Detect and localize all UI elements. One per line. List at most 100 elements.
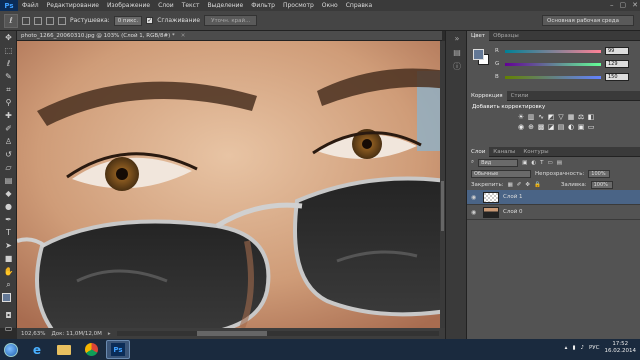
posterize-icon[interactable]: ▤	[557, 123, 565, 131]
filter-type-icon[interactable]: T	[540, 160, 543, 166]
healing-tool-icon[interactable]: ✚	[0, 109, 17, 122]
filter-smart-icon[interactable]: ▤	[557, 160, 562, 166]
blue-value[interactable]: 150	[605, 73, 629, 81]
taskbar-photoshop[interactable]: Ps	[106, 340, 130, 359]
horizontal-scroll-thumb[interactable]	[196, 331, 267, 336]
layer-row-0[interactable]: ◉ Слой 0	[467, 205, 640, 220]
blend-mode-select[interactable]: Обычные	[471, 169, 531, 178]
tray-arrow-icon[interactable]: ▴	[565, 345, 568, 351]
layer-row-1[interactable]: ◉ Слой 1	[467, 190, 640, 205]
marquee-tool-icon[interactable]: ⬚	[0, 44, 17, 57]
antialias-checkbox[interactable]: ✓	[146, 17, 154, 24]
screen-mode-icon[interactable]: ▭	[0, 322, 17, 335]
crop-tool-icon[interactable]: ⌗	[0, 83, 17, 96]
vertical-scroll-thumb[interactable]	[441, 181, 444, 231]
opacity-input[interactable]: 100%	[588, 169, 611, 178]
tab-paths[interactable]: Контуры	[519, 147, 552, 157]
maximize-button[interactable]: ▢	[620, 1, 627, 9]
new-selection-icon[interactable]	[22, 16, 30, 25]
image-canvas[interactable]	[17, 41, 440, 328]
filter-pixel-icon[interactable]: ▣	[522, 160, 527, 166]
properties-panel-icon[interactable]: ⓘ	[446, 59, 468, 73]
intersect-selection-icon[interactable]	[58, 16, 66, 25]
hue-saturation-icon[interactable]: ▦	[567, 113, 575, 121]
color-balance-icon[interactable]: ⚖	[577, 113, 585, 121]
vibrance-icon[interactable]: ▽	[557, 113, 565, 121]
lasso-tool-icon[interactable]: ℓ	[0, 57, 17, 70]
subtract-selection-icon[interactable]	[46, 16, 54, 25]
menu-edit[interactable]: Редактирование	[43, 2, 103, 9]
minimize-button[interactable]: –	[610, 1, 614, 9]
dodge-tool-icon[interactable]: ●	[0, 200, 17, 213]
volume-icon[interactable]: ♪	[580, 345, 584, 351]
kind-filter-select[interactable]: Вид	[478, 158, 519, 167]
network-icon[interactable]: ▮	[572, 345, 575, 351]
black-white-icon[interactable]: ◧	[587, 113, 595, 121]
tab-styles[interactable]: Стили	[507, 91, 533, 101]
tab-swatches[interactable]: Образцы	[489, 31, 523, 41]
history-panel-icon[interactable]: ▤	[446, 45, 468, 59]
brightness-icon[interactable]: ☀	[517, 113, 525, 121]
zoom-tool-icon[interactable]: ⌕	[0, 278, 17, 291]
path-select-tool-icon[interactable]: ➤	[0, 239, 17, 252]
tab-color[interactable]: Цвет	[467, 30, 490, 41]
curves-icon[interactable]: ∿	[537, 113, 545, 121]
clone-stamp-tool-icon[interactable]: ♙	[0, 135, 17, 148]
lock-transparent-icon[interactable]: ▦	[508, 182, 513, 188]
lock-move-icon[interactable]: ✥	[525, 182, 530, 188]
color-swatches[interactable]	[0, 291, 17, 309]
red-value[interactable]: 99	[605, 47, 629, 55]
feather-input[interactable]: 0 пикс.	[113, 15, 143, 26]
foreground-swatch[interactable]	[2, 293, 11, 302]
lasso-tool-preset-icon[interactable]: ℓ	[4, 13, 18, 28]
menu-file[interactable]: Файл	[18, 2, 43, 9]
channel-mixer-icon[interactable]: ⊕	[527, 123, 535, 131]
taskbar-chrome[interactable]	[79, 340, 103, 359]
photo-filter-icon[interactable]: ◉	[517, 123, 525, 131]
shape-tool-icon[interactable]: ■	[0, 252, 17, 265]
collapse-icon[interactable]: »	[446, 31, 468, 45]
green-value[interactable]: 129	[605, 60, 629, 68]
language-indicator[interactable]: РУС	[589, 345, 600, 351]
blur-tool-icon[interactable]: ◆	[0, 187, 17, 200]
eraser-tool-icon[interactable]: ▱	[0, 161, 17, 174]
history-brush-tool-icon[interactable]: ↺	[0, 148, 17, 161]
threshold-icon[interactable]: ◐	[567, 123, 575, 131]
clock[interactable]: 17:52 16.02.2014	[605, 341, 637, 355]
close-button[interactable]: ✕	[632, 1, 638, 9]
fill-input[interactable]: 100%	[590, 180, 613, 189]
panel-fg-swatch[interactable]	[473, 49, 484, 60]
lock-brush-icon[interactable]: ✐	[517, 182, 522, 188]
menu-window[interactable]: Окно	[318, 2, 342, 9]
filter-shape-icon[interactable]: ▭	[547, 160, 552, 166]
taskbar-ie[interactable]: e	[25, 340, 49, 359]
quick-select-tool-icon[interactable]: ✎	[0, 70, 17, 83]
exposure-icon[interactable]: ◩	[547, 113, 555, 121]
move-tool-icon[interactable]: ✥	[0, 31, 17, 44]
lock-all-icon[interactable]: 🔒	[534, 182, 541, 188]
color-lookup-icon[interactable]: ▩	[537, 123, 545, 131]
levels-icon[interactable]: ▥	[527, 113, 535, 121]
menu-view[interactable]: Просмотр	[279, 2, 318, 9]
menu-text[interactable]: Текст	[178, 2, 204, 9]
status-arrow-icon[interactable]: ▸	[108, 331, 111, 337]
zoom-level[interactable]: 102,63%	[21, 331, 45, 337]
gradient-tool-icon[interactable]: ▤	[0, 174, 17, 187]
tab-channels[interactable]: Каналы	[489, 147, 519, 157]
menu-layers[interactable]: Слои	[154, 2, 178, 9]
quick-mask-icon[interactable]: ◘	[0, 309, 17, 322]
visibility-eye-icon[interactable]: ◉	[471, 194, 479, 201]
workspace-select[interactable]: Основная рабочая среда	[542, 15, 634, 26]
tab-adjustments[interactable]: Коррекция	[467, 90, 507, 101]
close-doc-icon[interactable]: ✕	[181, 33, 186, 39]
red-slider[interactable]	[505, 49, 601, 53]
add-selection-icon[interactable]	[34, 16, 42, 25]
color-fg-bg[interactable]	[473, 49, 489, 65]
menu-filter[interactable]: Фильтр	[247, 2, 279, 9]
start-button[interactable]	[0, 339, 22, 360]
menu-image[interactable]: Изображение	[103, 2, 154, 9]
gradient-map-icon[interactable]: ▭	[587, 123, 595, 131]
menu-help[interactable]: Справка	[342, 2, 376, 9]
refine-edge-button[interactable]: Уточн. край...	[204, 15, 258, 26]
horizontal-scrollbar[interactable]	[116, 331, 439, 336]
